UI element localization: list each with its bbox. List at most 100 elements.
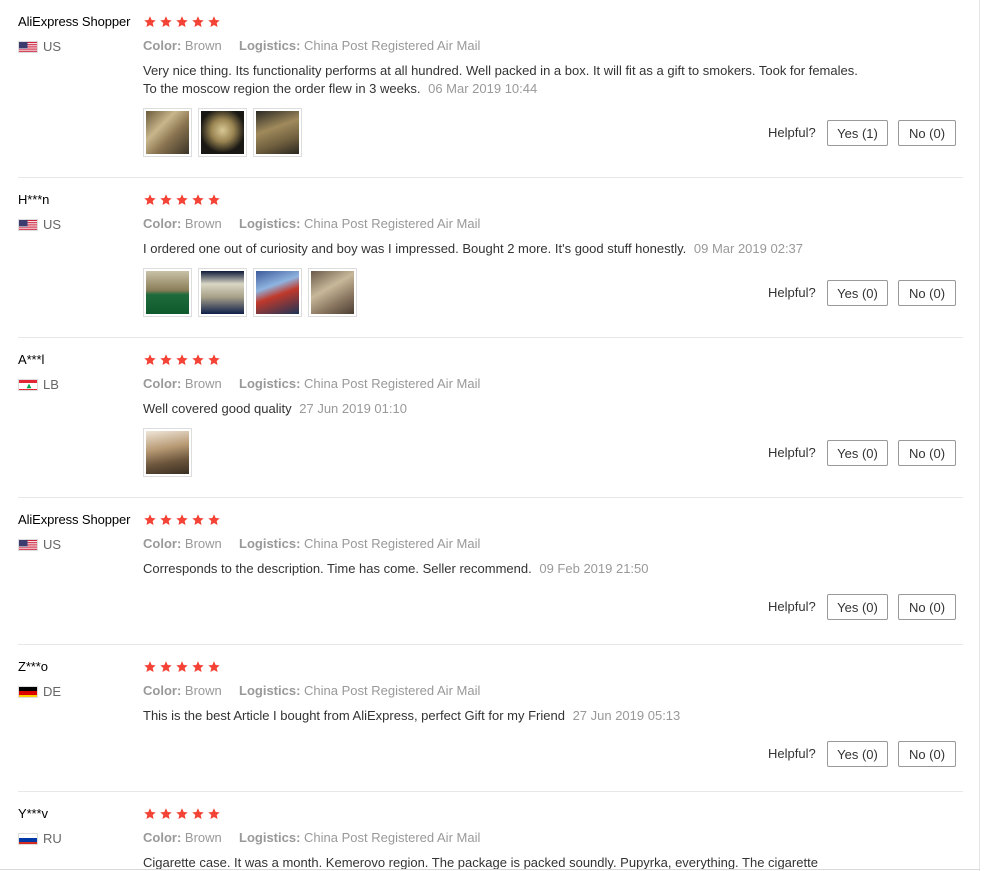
review-date: 06 Mar 2019 10:44: [428, 81, 538, 96]
country-code: US: [43, 217, 62, 232]
right-border: [979, 0, 980, 871]
country-code: RU: [43, 831, 62, 846]
order-info: Color: Brown Logistics: China Post Regis…: [143, 216, 480, 231]
logistics-key: Logistics:: [239, 536, 301, 551]
logistics-value: China Post Registered Air Mail: [304, 536, 481, 551]
photo-case-in-hand: [146, 431, 189, 474]
star-icon: [159, 15, 173, 34]
review-photo-thumbnail[interactable]: [198, 268, 247, 317]
reviewer-country: RU: [18, 831, 62, 846]
review-text-block: Corresponds to the description. Time has…: [143, 560, 863, 578]
helpful-label: Helpful?: [768, 599, 816, 614]
reviewer-country: LB: [18, 377, 59, 392]
helpful-no-button[interactable]: No (0): [898, 440, 956, 466]
review-date: 27 Jun 2019 05:13: [572, 708, 681, 723]
review-text-block: Very nice thing. Its functionality perfo…: [143, 62, 863, 98]
logistics-key: Logistics:: [239, 376, 301, 391]
helpful-label: Helpful?: [768, 445, 816, 460]
review-item: AliExpress Shopper US Color: Brown Logis…: [0, 498, 963, 645]
review-photo-thumbnail[interactable]: [143, 428, 192, 477]
helpful-no-button[interactable]: No (0): [898, 741, 956, 767]
flag-ru-icon: [18, 832, 38, 845]
color-key: Color:: [143, 216, 182, 231]
logistics-value: China Post Registered Air Mail: [304, 216, 481, 231]
star-icon: [143, 807, 157, 826]
star-icon: [207, 193, 221, 212]
helpful-yes-button[interactable]: Yes (0): [827, 741, 888, 767]
helpful-yes-button[interactable]: Yes (0): [827, 280, 888, 306]
flag-de-icon: [18, 685, 38, 698]
logistics-key: Logistics:: [239, 216, 301, 231]
color-value: Brown: [184, 216, 222, 231]
star-icon: [159, 660, 173, 679]
helpful-label: Helpful?: [768, 746, 816, 761]
star-icon: [175, 513, 189, 532]
color-key: Color:: [143, 536, 182, 551]
flag-lb-icon: [18, 378, 38, 391]
star-icon: [207, 660, 221, 679]
review-item: AliExpress Shopper US Color: Brown Logis…: [0, 0, 963, 178]
star-icon: [159, 353, 173, 372]
review-photo-thumbnail[interactable]: [253, 268, 302, 317]
review-photo-thumbnail[interactable]: [143, 268, 192, 317]
helpful-yes-button[interactable]: Yes (0): [827, 440, 888, 466]
helpful-no-button[interactable]: No (0): [898, 280, 956, 306]
helpful-yes-button[interactable]: Yes (0): [827, 594, 888, 620]
country-code: DE: [43, 684, 62, 699]
color-key: Color:: [143, 683, 182, 698]
helpful-no-button[interactable]: No (0): [898, 120, 956, 146]
flag-us-icon: [18, 218, 38, 231]
star-icon: [191, 660, 205, 679]
photo-case-on-green: [146, 271, 189, 314]
order-info: Color: Brown Logistics: China Post Regis…: [143, 376, 480, 391]
star-icon: [159, 807, 173, 826]
star-icon: [175, 193, 189, 212]
star-icon: [207, 353, 221, 372]
helpful-label: Helpful?: [768, 125, 816, 140]
reviewer-name: H***n: [18, 192, 50, 207]
logistics-key: Logistics:: [239, 683, 301, 698]
star-icon: [207, 15, 221, 34]
photo-case-artwork: [256, 271, 299, 314]
star-icon: [207, 807, 221, 826]
helpful-yes-button[interactable]: Yes (1): [827, 120, 888, 146]
review-date: 09 Mar 2019 02:37: [693, 241, 804, 256]
photo-case-angle: [311, 271, 354, 314]
color-value: Brown: [184, 38, 222, 53]
star-icon: [191, 807, 205, 826]
logistics-value: China Post Registered Air Mail: [304, 830, 481, 845]
star-icon: [175, 807, 189, 826]
star-rating: [143, 513, 221, 532]
review-item: Y***v RU Color: Brown Logistics: China P…: [0, 792, 963, 871]
review-item: A***l LB Color: Brown Logistics: China P…: [0, 338, 963, 498]
color-key: Color:: [143, 38, 182, 53]
color-value: Brown: [184, 536, 222, 551]
star-icon: [159, 513, 173, 532]
review-photo-thumbnail[interactable]: [143, 108, 192, 157]
review-photo-thumbnail[interactable]: [308, 268, 357, 317]
reviewer-country: DE: [18, 684, 61, 699]
star-icon: [143, 660, 157, 679]
review-photo-thumbnail[interactable]: [198, 108, 247, 157]
review-text-block: This is the best Article I bought from A…: [143, 707, 863, 725]
review-text: This is the best Article I bought from A…: [143, 708, 565, 723]
star-icon: [175, 15, 189, 34]
star-icon: [143, 353, 157, 372]
star-icon: [159, 193, 173, 212]
reviewer-name: Z***o: [18, 659, 48, 674]
review-photo-thumbnail[interactable]: [253, 108, 302, 157]
logistics-value: China Post Registered Air Mail: [304, 376, 481, 391]
star-icon: [143, 193, 157, 212]
order-info: Color: Brown Logistics: China Post Regis…: [143, 38, 480, 53]
color-key: Color:: [143, 830, 182, 845]
color-value: Brown: [184, 376, 222, 391]
star-icon: [175, 660, 189, 679]
review-photos: [143, 108, 302, 157]
reviews-page: AliExpress Shopper US Color: Brown Logis…: [0, 0, 993, 871]
logistics-value: China Post Registered Air Mail: [304, 38, 481, 53]
helpful-no-button[interactable]: No (0): [898, 594, 956, 620]
order-info: Color: Brown Logistics: China Post Regis…: [143, 683, 480, 698]
review-photos: [143, 268, 357, 317]
star-icon: [207, 513, 221, 532]
logistics-key: Logistics:: [239, 38, 301, 53]
